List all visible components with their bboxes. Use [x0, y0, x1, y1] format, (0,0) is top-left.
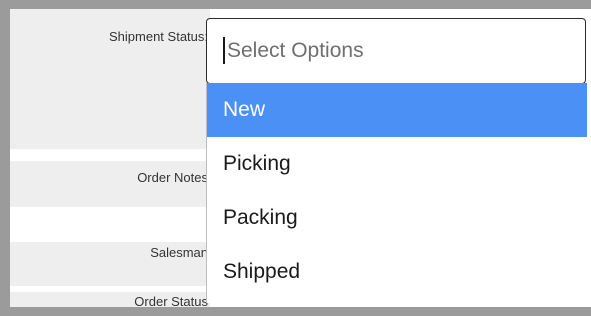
salesman-label: Salesman: [10, 242, 210, 286]
text-cursor: [223, 37, 225, 64]
order-notes-label: Order Notes: [10, 161, 210, 207]
option-picking[interactable]: Picking: [207, 137, 587, 191]
select-placeholder: Select Options: [227, 39, 364, 62]
option-new[interactable]: New: [207, 83, 587, 137]
order-status-label: Order Status: [10, 292, 210, 307]
option-shipped[interactable]: Shipped: [207, 245, 587, 299]
option-packing[interactable]: Packing: [207, 191, 587, 245]
shipment-status-select-input[interactable]: Select Options: [206, 18, 586, 84]
form-label-column: Shipment Status: Order Notes Salesman Or…: [10, 9, 210, 307]
shipment-status-options-list: New Picking Packing Shipped: [206, 83, 587, 303]
shipment-status-label: Shipment Status:: [10, 9, 210, 149]
